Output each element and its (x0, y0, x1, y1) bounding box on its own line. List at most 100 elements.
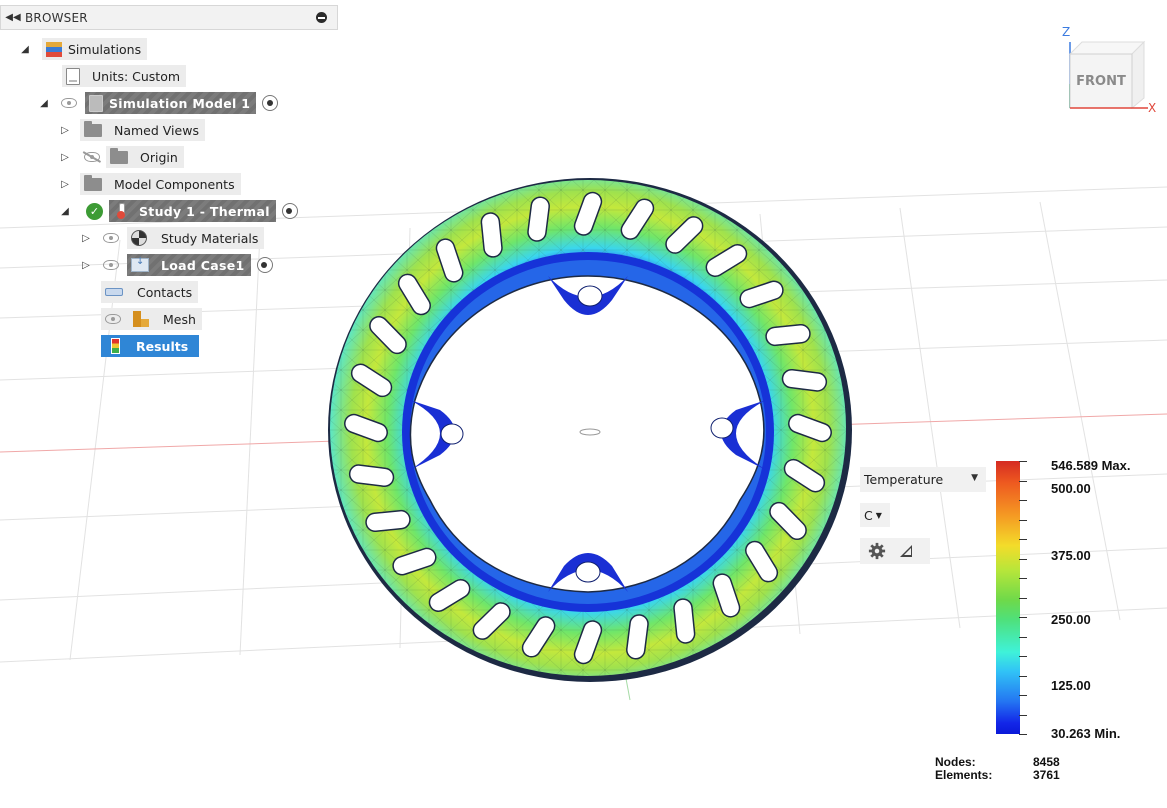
legend-label-500: 500.00 (1051, 481, 1091, 496)
visibility-eye-icon[interactable] (103, 233, 119, 243)
contacts-icon (105, 288, 123, 296)
visibility-eye-icon[interactable] (105, 314, 121, 324)
activate-radio-icon[interactable] (262, 95, 279, 111)
mesh-label: Mesh (163, 311, 196, 327)
results-icon (111, 338, 120, 354)
color-bar-tick (1019, 617, 1027, 618)
activate-radio-icon[interactable] (281, 203, 298, 219)
legend-max-label: 546.589 Max. (1051, 458, 1131, 473)
expand-triangle-icon[interactable]: ◢ (37, 98, 51, 109)
double-left-arrow-icon[interactable]: ◀◀ (1, 12, 25, 23)
tree-item-study-materials[interactable]: ▷ Study Materials (79, 227, 265, 249)
legend-label-375: 375.00 (1051, 548, 1091, 563)
color-bar-tick (1019, 656, 1027, 657)
color-bar-tick (1019, 480, 1027, 482)
folder-icon (110, 147, 128, 164)
pin-icon[interactable] (316, 12, 327, 23)
legend-tools (860, 538, 930, 564)
units-label: Units: Custom (92, 68, 181, 84)
hidden-eye-icon[interactable] (84, 152, 100, 162)
named-views-label: Named Views (114, 122, 199, 138)
load-case-icon (131, 256, 149, 272)
simulation-model-label: Simulation Model 1 (109, 95, 251, 111)
tree-item-contacts[interactable]: Contacts (101, 281, 199, 303)
origin-label: Origin (140, 149, 178, 165)
temperature-color-bar (996, 461, 1020, 734)
tree-item-model-components[interactable]: ▷ Model Components (58, 173, 241, 195)
view-cube[interactable]: Z FRONT X (1058, 22, 1158, 118)
result-type-value: Temperature (864, 472, 944, 487)
tree-item-study[interactable]: ◢ ✓ Study 1 - Thermal (58, 200, 298, 222)
model-icon (89, 94, 103, 112)
axis-z-label: Z (1062, 25, 1070, 39)
mesh-icon (133, 311, 149, 327)
thermometer-icon (117, 203, 125, 219)
study-label: Study 1 - Thermal (139, 203, 270, 219)
folder-icon (84, 120, 102, 137)
visibility-eye-icon[interactable] (61, 98, 77, 108)
sprocket-slot (365, 509, 411, 532)
color-bar-tick (1019, 636, 1027, 638)
tree-item-units[interactable]: Units: Custom (62, 65, 187, 87)
legend-options-triangle-icon[interactable] (900, 545, 912, 557)
cube-right-face[interactable] (1131, 40, 1145, 110)
color-bar-tick (1019, 539, 1027, 540)
result-type-dropdown[interactable]: Temperature ▼ (860, 467, 986, 492)
color-bar-tick (1019, 675, 1027, 677)
color-bar-tick (1019, 734, 1027, 735)
check-icon: ✓ (86, 202, 103, 220)
model-components-label: Model Components (114, 176, 235, 192)
expand-triangle-icon[interactable]: ◢ (58, 206, 72, 217)
unit-value: C (864, 507, 873, 523)
dropdown-caret-icon: ▼ (875, 510, 882, 520)
gear-icon[interactable] (868, 542, 886, 560)
legend-min-label: 30.263 Min. (1051, 726, 1121, 741)
expand-triangle-icon[interactable]: ▷ (58, 125, 72, 136)
unit-dropdown[interactable]: C ▼ (860, 503, 890, 527)
sprocket-slot (673, 598, 696, 644)
expand-triangle-icon[interactable]: ◢ (18, 44, 32, 55)
color-bar-tick (1019, 519, 1027, 521)
document-icon (66, 67, 80, 85)
legend-label-250: 250.00 (1051, 612, 1091, 627)
tree-item-load-case[interactable]: ▷ Load Case1 (79, 254, 273, 276)
expand-triangle-icon[interactable]: ▷ (79, 260, 93, 271)
color-bar-tick (1019, 714, 1027, 716)
folder-icon (84, 174, 102, 191)
simulations-icon (46, 41, 62, 57)
material-icon (131, 230, 147, 246)
results-label: Results (136, 338, 189, 354)
tree-item-mesh[interactable]: Mesh (101, 308, 202, 330)
simulations-label: Simulations (68, 41, 142, 57)
tree-item-simulations[interactable]: ◢ Simulations (18, 38, 148, 60)
mesh-stats: Nodes: 8458 Elements: 3761 (935, 756, 1060, 782)
expand-triangle-icon[interactable]: ▷ (58, 152, 72, 163)
browser-header: ◀◀ BROWSER (0, 5, 338, 30)
tree-item-results[interactable]: Results (101, 335, 199, 357)
tree-item-named-views[interactable]: ▷ Named Views (58, 119, 205, 141)
color-bar-tick (1019, 578, 1027, 579)
sprocket-slot (480, 212, 503, 258)
cube-top-face[interactable] (1068, 41, 1146, 55)
load-case-label: Load Case1 (161, 257, 245, 273)
color-bar-tick (1019, 461, 1027, 462)
elements-label: Elements: (935, 768, 993, 782)
dropdown-caret-icon: ▼ (971, 473, 978, 483)
contacts-label: Contacts (137, 284, 193, 300)
sprocket-slot (765, 324, 811, 347)
tree-item-origin[interactable]: ▷ Origin (58, 146, 184, 168)
visibility-eye-icon[interactable] (103, 260, 119, 270)
expand-triangle-icon[interactable]: ▷ (58, 179, 72, 190)
cube-front-label: FRONT (1076, 74, 1126, 89)
color-bar-tick (1019, 695, 1027, 696)
sprocket-model[interactable] (328, 178, 852, 682)
browser-title: BROWSER (25, 10, 88, 25)
activate-radio-icon[interactable] (256, 257, 273, 273)
legend-label-125: 125.00 (1051, 678, 1091, 693)
expand-triangle-icon[interactable]: ▷ (79, 233, 93, 244)
color-bar-tick (1019, 558, 1027, 560)
color-bar-tick (1019, 597, 1027, 599)
study-materials-label: Study Materials (161, 230, 259, 246)
tree-item-simulation-model[interactable]: ◢ Simulation Model 1 (37, 92, 279, 114)
axis-x-label: X (1148, 101, 1156, 115)
